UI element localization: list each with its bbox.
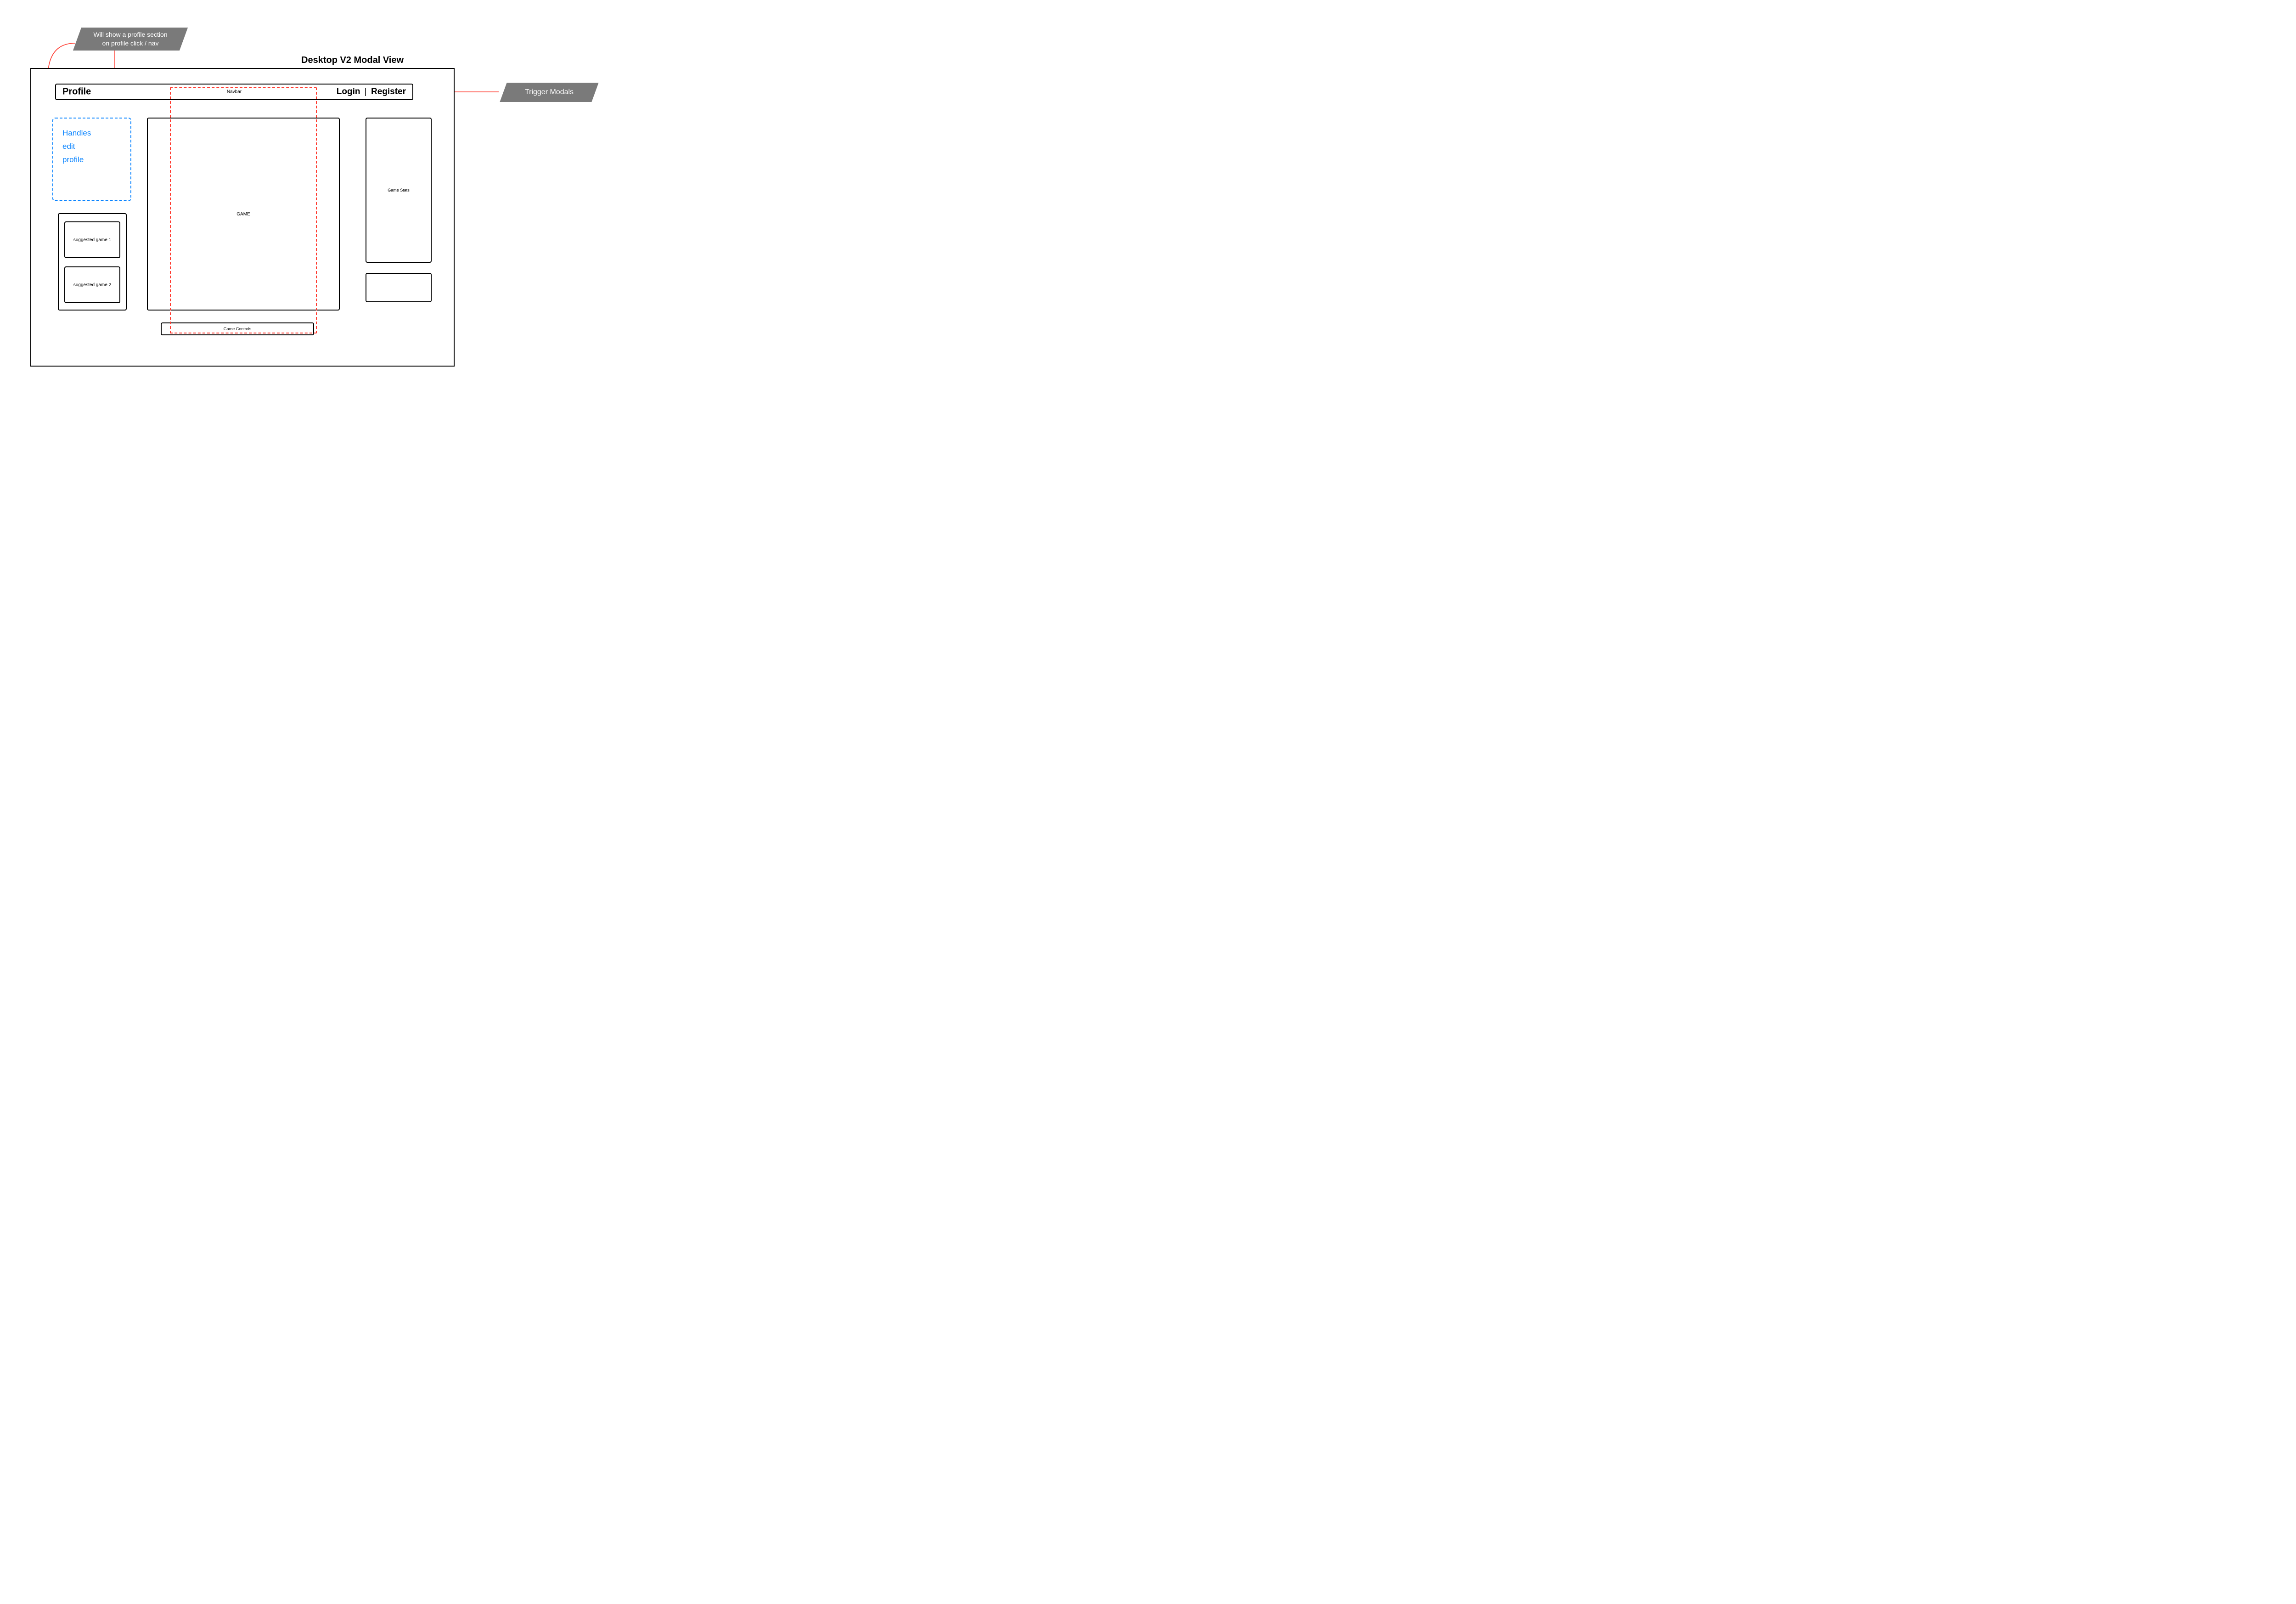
game-area[interactable]: GAME	[147, 118, 340, 311]
nav-register-link[interactable]: Register	[371, 87, 406, 96]
profile-panel-line3: profile	[62, 153, 121, 167]
navbar-label: Navbar	[227, 90, 242, 95]
suggested-game-1-label: suggested game 1	[73, 237, 111, 243]
suggested-game-1[interactable]: suggested game 1	[64, 221, 120, 258]
profile-panel-line1: Handles	[62, 127, 121, 140]
frame-title: Desktop V2 Modal View	[301, 55, 404, 66]
game-stats-panel: Game Stats	[366, 118, 432, 263]
game-area-label: GAME	[236, 212, 250, 217]
navbar: Profile Navbar Login | Register	[55, 84, 413, 100]
suggested-games-panel: suggested game 1 suggested game 2	[58, 213, 127, 311]
nav-login-link[interactable]: Login	[337, 87, 360, 96]
game-controls[interactable]: Game Controls	[161, 322, 314, 335]
annotation-profile-note: Will show a profile section on profile c…	[77, 28, 184, 51]
nav-profile-link[interactable]: Profile	[62, 87, 91, 97]
nav-separator: |	[363, 87, 369, 96]
suggested-game-2-label: suggested game 2	[73, 282, 111, 288]
annotation-profile-note-text: Will show a profile section on profile c…	[93, 30, 167, 48]
profile-panel[interactable]: Handles edit profile	[52, 118, 131, 201]
profile-panel-line2: edit	[62, 140, 121, 153]
game-controls-label: Game Controls	[224, 327, 252, 331]
annotation-trigger-modals: Trigger Modals	[503, 83, 595, 102]
game-stats-label: Game Stats	[388, 188, 410, 192]
suggested-game-2[interactable]: suggested game 2	[64, 266, 120, 303]
nav-auth-links: Login | Register	[337, 87, 406, 97]
annotation-trigger-modals-text: Trigger Modals	[525, 87, 574, 97]
right-column-secondary-panel	[366, 273, 432, 302]
